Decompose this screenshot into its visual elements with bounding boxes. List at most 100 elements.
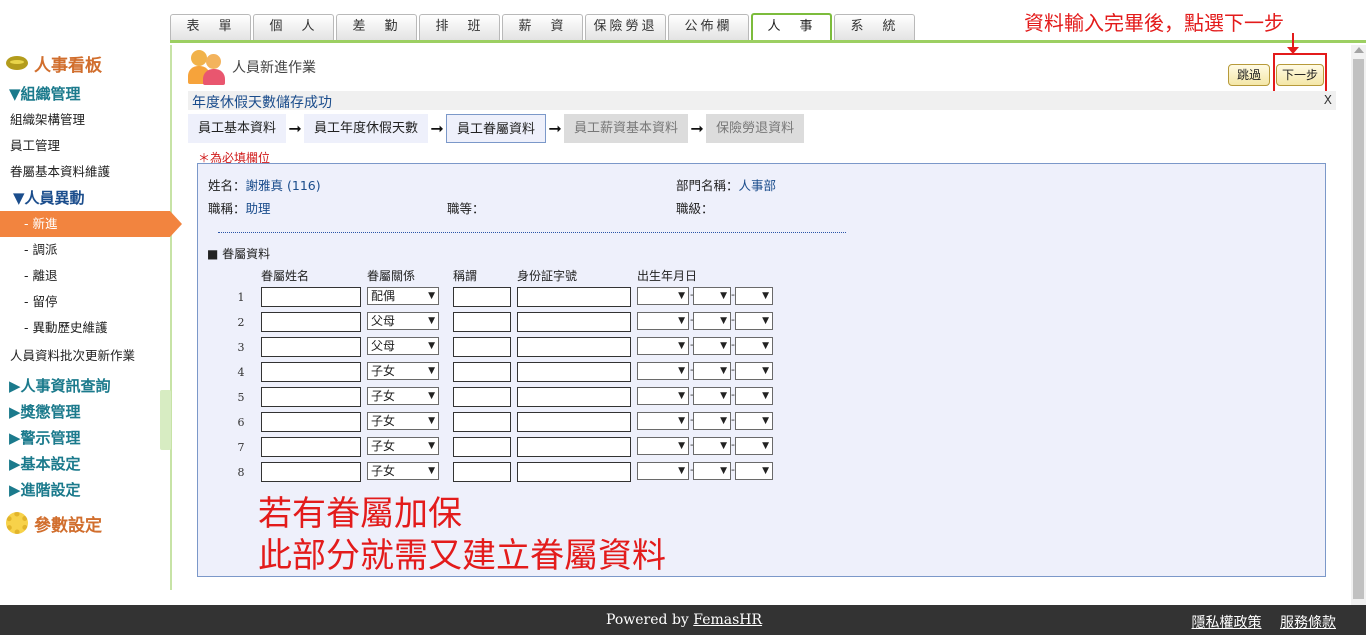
terms-link[interactable]: 服務條款 bbox=[1280, 615, 1336, 631]
name-value: 謝雅真 bbox=[245, 178, 284, 193]
birth-day-select[interactable] bbox=[735, 412, 773, 430]
id-number-input[interactable] bbox=[517, 337, 631, 357]
relation-select[interactable]: 父母 bbox=[367, 337, 439, 355]
birth-day-select[interactable] bbox=[735, 462, 773, 480]
sidebar-item-org-2[interactable]: 眷屬基本資料維護 bbox=[0, 159, 170, 185]
annotation-top: 資料輸入完畢後，點選下一步 bbox=[1024, 11, 1284, 35]
wizard-step-3[interactable]: 員工薪資基本資料 bbox=[564, 114, 689, 143]
birth-year-select[interactable] bbox=[637, 387, 689, 405]
title-input[interactable] bbox=[453, 337, 511, 357]
skip-button[interactable]: 跳過 bbox=[1228, 64, 1270, 86]
tab-0[interactable]: 表 單 bbox=[170, 14, 251, 40]
sidebar-item-batch-update[interactable]: 人員資料批次更新作業 bbox=[0, 343, 170, 369]
birth-day-select[interactable] bbox=[735, 287, 773, 305]
sidebar-item-personnel-4[interactable]: - 異動歷史維護 bbox=[0, 315, 170, 341]
sidebar-item-personnel-1[interactable]: - 調派 bbox=[0, 237, 170, 263]
birth-year-select[interactable] bbox=[637, 337, 689, 355]
birth-month-select[interactable] bbox=[693, 287, 731, 305]
relation-select[interactable]: 子女 bbox=[367, 387, 439, 405]
sidebar-group-3[interactable]: ▶基本設定 bbox=[0, 451, 170, 477]
sidebar-item-personnel-2[interactable]: - 離退 bbox=[0, 263, 170, 289]
birth-year-select[interactable] bbox=[637, 412, 689, 430]
femashr-link[interactable]: FemasHR bbox=[693, 612, 762, 628]
tab-7[interactable]: 人 事 bbox=[751, 13, 832, 42]
birth-month-select[interactable] bbox=[693, 362, 731, 380]
dependent-name-input[interactable] bbox=[261, 412, 361, 432]
tab-6[interactable]: 公佈欄 bbox=[668, 14, 749, 40]
relation-select[interactable]: 子女 bbox=[367, 437, 439, 455]
privacy-link[interactable]: 隱私權政策 bbox=[1192, 615, 1262, 631]
title-input[interactable] bbox=[453, 462, 511, 482]
id-number-input[interactable] bbox=[517, 412, 631, 432]
wizard-step-1[interactable]: 員工年度休假天數 bbox=[304, 114, 429, 143]
sidebar-params[interactable]: 參數設定 bbox=[0, 505, 170, 541]
birth-year-select[interactable] bbox=[637, 437, 689, 455]
id-number-input[interactable] bbox=[517, 462, 631, 482]
dependent-name-input[interactable] bbox=[261, 387, 361, 407]
title-input[interactable] bbox=[453, 362, 511, 382]
tab-5[interactable]: 保險勞退 bbox=[585, 14, 666, 40]
dependent-name-input[interactable] bbox=[261, 437, 361, 457]
birth-month-select[interactable] bbox=[693, 312, 731, 330]
birth-month-select[interactable] bbox=[693, 462, 731, 480]
tab-2[interactable]: 差 勤 bbox=[336, 14, 417, 40]
tab-3[interactable]: 排 班 bbox=[419, 14, 500, 40]
relation-select[interactable]: 子女 bbox=[367, 362, 439, 380]
birth-year-select[interactable] bbox=[637, 362, 689, 380]
id-number-input[interactable] bbox=[517, 312, 631, 332]
birth-month-select[interactable] bbox=[693, 387, 731, 405]
birth-day-select[interactable] bbox=[735, 362, 773, 380]
id-number-input[interactable] bbox=[517, 437, 631, 457]
birth-month-select[interactable] bbox=[693, 437, 731, 455]
birth-year-select[interactable] bbox=[637, 462, 689, 480]
sidebar-item-org-0[interactable]: 組織架構管理 bbox=[0, 107, 170, 133]
title-input[interactable] bbox=[453, 412, 511, 432]
dependent-name-input[interactable] bbox=[261, 337, 361, 357]
birth-day-select[interactable] bbox=[735, 387, 773, 405]
title-input[interactable] bbox=[453, 387, 511, 407]
sidebar-collapse-handle[interactable] bbox=[160, 390, 171, 450]
tab-8[interactable]: 系 統 bbox=[834, 14, 915, 40]
sidebar-item-personnel-3[interactable]: - 留停 bbox=[0, 289, 170, 315]
page-scrollbar[interactable] bbox=[1351, 45, 1366, 605]
birth-month-select[interactable] bbox=[693, 337, 731, 355]
sidebar-group-personnel[interactable]: ▼人員異動 bbox=[0, 185, 170, 211]
wizard-step-4[interactable]: 保險勞退資料 bbox=[706, 114, 805, 143]
title-input[interactable] bbox=[453, 287, 511, 307]
sidebar-item-org-1[interactable]: 員工管理 bbox=[0, 133, 170, 159]
sidebar-group-org[interactable]: ▼組織管理 bbox=[0, 81, 170, 107]
id-number-input[interactable] bbox=[517, 362, 631, 382]
relation-select[interactable]: 配偶 bbox=[367, 287, 439, 305]
dependent-name-input[interactable] bbox=[261, 462, 361, 482]
dependent-name-input[interactable] bbox=[261, 362, 361, 382]
relation-select[interactable]: 父母 bbox=[367, 312, 439, 330]
sidebar-group-2[interactable]: ▶警示管理 bbox=[0, 425, 170, 451]
title-input[interactable] bbox=[453, 437, 511, 457]
dependent-name-input[interactable] bbox=[261, 287, 361, 307]
tab-4[interactable]: 薪 資 bbox=[502, 14, 583, 40]
dependent-row: 4子女-- bbox=[198, 362, 818, 384]
wizard-step-2[interactable]: 員工眷屬資料 bbox=[446, 114, 547, 143]
title-input[interactable] bbox=[453, 312, 511, 332]
birth-year-select[interactable] bbox=[637, 312, 689, 330]
scroll-thumb[interactable] bbox=[1353, 59, 1364, 599]
dependent-name-input[interactable] bbox=[261, 312, 361, 332]
sidebar-group-1[interactable]: ▶獎懲管理 bbox=[0, 399, 170, 425]
sidebar-group-0[interactable]: ▶人事資訊查詢 bbox=[0, 373, 170, 399]
close-message-button[interactable]: X bbox=[1324, 93, 1332, 107]
birth-year-select[interactable] bbox=[637, 287, 689, 305]
wizard-step-0[interactable]: 員工基本資料 bbox=[188, 114, 287, 143]
sidebar-item-personnel-0[interactable]: - 新進 bbox=[0, 211, 182, 237]
sidebar-header[interactable]: 人事看板 bbox=[0, 45, 170, 81]
id-number-input[interactable] bbox=[517, 387, 631, 407]
birth-month-select[interactable] bbox=[693, 412, 731, 430]
relation-select[interactable]: 子女 bbox=[367, 412, 439, 430]
relation-select[interactable]: 子女 bbox=[367, 462, 439, 480]
birth-day-select[interactable] bbox=[735, 337, 773, 355]
tab-1[interactable]: 個 人 bbox=[253, 14, 334, 40]
scroll-up-icon[interactable] bbox=[1354, 47, 1364, 53]
sidebar-group-4[interactable]: ▶進階設定 bbox=[0, 477, 170, 503]
birth-day-select[interactable] bbox=[735, 312, 773, 330]
birth-day-select[interactable] bbox=[735, 437, 773, 455]
id-number-input[interactable] bbox=[517, 287, 631, 307]
